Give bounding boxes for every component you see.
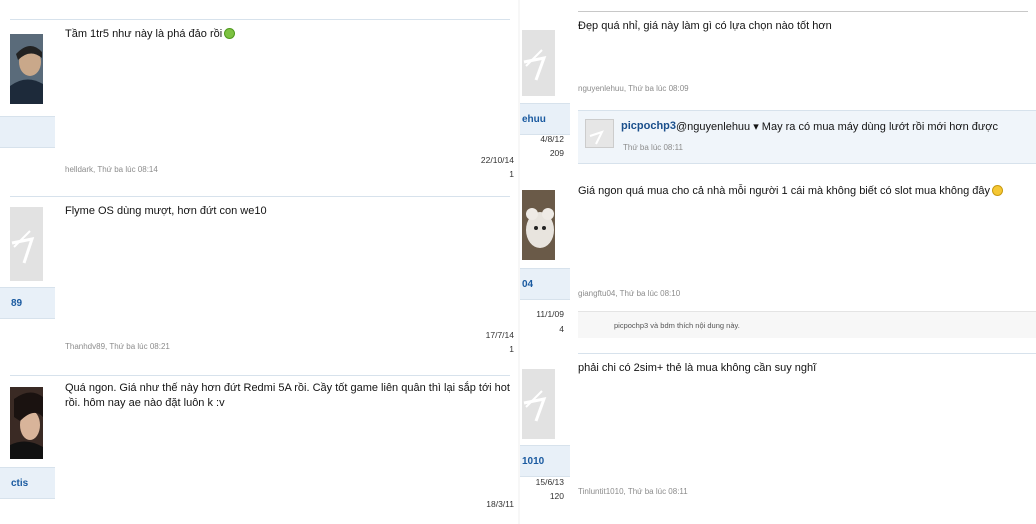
username[interactable]: 04	[522, 279, 533, 290]
avatar[interactable]	[585, 119, 614, 148]
username[interactable]: ehuu	[522, 114, 546, 125]
reply-comment: picpochp3 @nguyenlehuu ▾ May ra có mua m…	[578, 110, 1036, 164]
post: ctis 18/3/11 Quá ngon. Giá như thế này h…	[0, 365, 518, 524]
message-count: 1	[509, 169, 514, 179]
post: 04 11/1/09 4 Giá ngon quá mua cho cả nhà…	[520, 178, 1036, 353]
avatar[interactable]	[10, 207, 43, 281]
avatar[interactable]	[522, 190, 555, 260]
avatar[interactable]	[522, 369, 555, 439]
post-text: Giá ngon quá mua cho cả nhà mỗi người 1 …	[578, 185, 991, 197]
username-box[interactable]: 89	[0, 287, 55, 319]
join-date: 11/1/09	[536, 309, 564, 319]
likes-bar: picpochp3 và bdm thích nội dung này.	[578, 311, 1036, 338]
post-text: Tầm 1tr5 như này là phá đảo rồi	[65, 28, 223, 40]
reply-username[interactable]: picpochp3	[621, 120, 676, 132]
avatar[interactable]	[10, 387, 43, 459]
reply-meta[interactable]: Thứ ba lúc 08:11	[623, 143, 683, 152]
join-date: 18/3/11	[486, 499, 514, 509]
message-count: 120	[549, 491, 564, 501]
yellow-smiley-icon	[992, 185, 1004, 196]
post-message: Tầm 1tr5 như này là phá đảo rồi	[65, 27, 510, 42]
post: 1010 15/6/13 120 phải chi có 2sim+ thẻ l…	[520, 353, 1036, 524]
post-message: Quá ngon. Giá như thế này hơn đứt Redmi …	[65, 382, 510, 409]
post-meta[interactable]: nguyenlehuu, Thứ ba lúc 08:09	[578, 84, 689, 93]
divider	[10, 19, 510, 20]
post-message: Đẹp quá nhỉ, giá này làm gì có lựa chọn …	[578, 20, 832, 32]
default-avatar-icon	[10, 207, 43, 281]
message-count: 1	[509, 344, 514, 354]
divider	[578, 353, 1036, 354]
username[interactable]: ctis	[11, 478, 28, 489]
photo-avatar-dark-icon	[10, 34, 43, 104]
message-count: 209	[549, 148, 564, 158]
reply-text: @nguyenlehuu ▾ May ra có mua máy dùng lư…	[676, 121, 998, 133]
avatar[interactable]	[10, 34, 43, 104]
default-avatar-icon	[589, 130, 604, 145]
photo-avatar-bear-icon	[522, 190, 555, 260]
thread-column-left: 22/10/14 1 Tầm 1tr5 như này là phá đảo r…	[0, 0, 518, 524]
post: 22/10/14 1 Tầm 1tr5 như này là phá đảo r…	[0, 0, 518, 185]
join-date: 22/10/14	[480, 155, 514, 165]
username[interactable]: 1010	[522, 456, 544, 467]
avatar[interactable]	[522, 30, 555, 96]
username-box[interactable]: ctis	[0, 467, 55, 499]
thread-column-right: ehuu 4/8/12 209 Đẹp quá nhỉ, giá này làm…	[520, 0, 1036, 524]
divider	[10, 196, 510, 197]
default-avatar-icon	[522, 30, 555, 96]
post-message: Giá ngon quá mua cho cả nhà mỗi người 1 …	[578, 184, 1028, 199]
join-date: 15/6/13	[535, 477, 564, 487]
join-date: 4/8/12	[540, 134, 564, 144]
join-date: 17/7/14	[485, 330, 514, 340]
divider	[10, 375, 510, 376]
username-box[interactable]: 1010	[520, 445, 570, 477]
default-avatar-icon	[522, 369, 555, 439]
post-message: phải chi có 2sim+ thẻ là mua không cần s…	[578, 362, 817, 374]
post-meta[interactable]: Thanhdv89, Thứ ba lúc 08:21	[65, 342, 170, 351]
username[interactable]: 89	[11, 298, 22, 309]
green-smiley-icon	[224, 28, 236, 39]
post: 89 17/7/14 1 Flyme OS dùng mượt, hơn đứt…	[0, 185, 518, 365]
post-meta[interactable]: helldark, Thứ ba lúc 08:14	[65, 165, 158, 174]
message-count: 4	[559, 324, 564, 334]
likes-text[interactable]: picpochp3 và bdm thích nội dung này.	[614, 321, 740, 330]
post-message: Flyme OS dùng mượt, hơn đứt con we10	[65, 205, 267, 217]
username-box[interactable]	[0, 116, 55, 148]
post-meta[interactable]: giangftu04, Thứ ba lúc 08:10	[578, 289, 680, 298]
username-box[interactable]: ehuu	[520, 103, 570, 135]
post: ehuu 4/8/12 209 Đẹp quá nhỉ, giá này làm…	[520, 0, 1036, 178]
photo-avatar-noctis-icon	[10, 387, 43, 459]
username-box[interactable]: 04	[520, 268, 570, 300]
post-meta[interactable]: Tinluntit1010, Thứ ba lúc 08:11	[578, 487, 688, 496]
